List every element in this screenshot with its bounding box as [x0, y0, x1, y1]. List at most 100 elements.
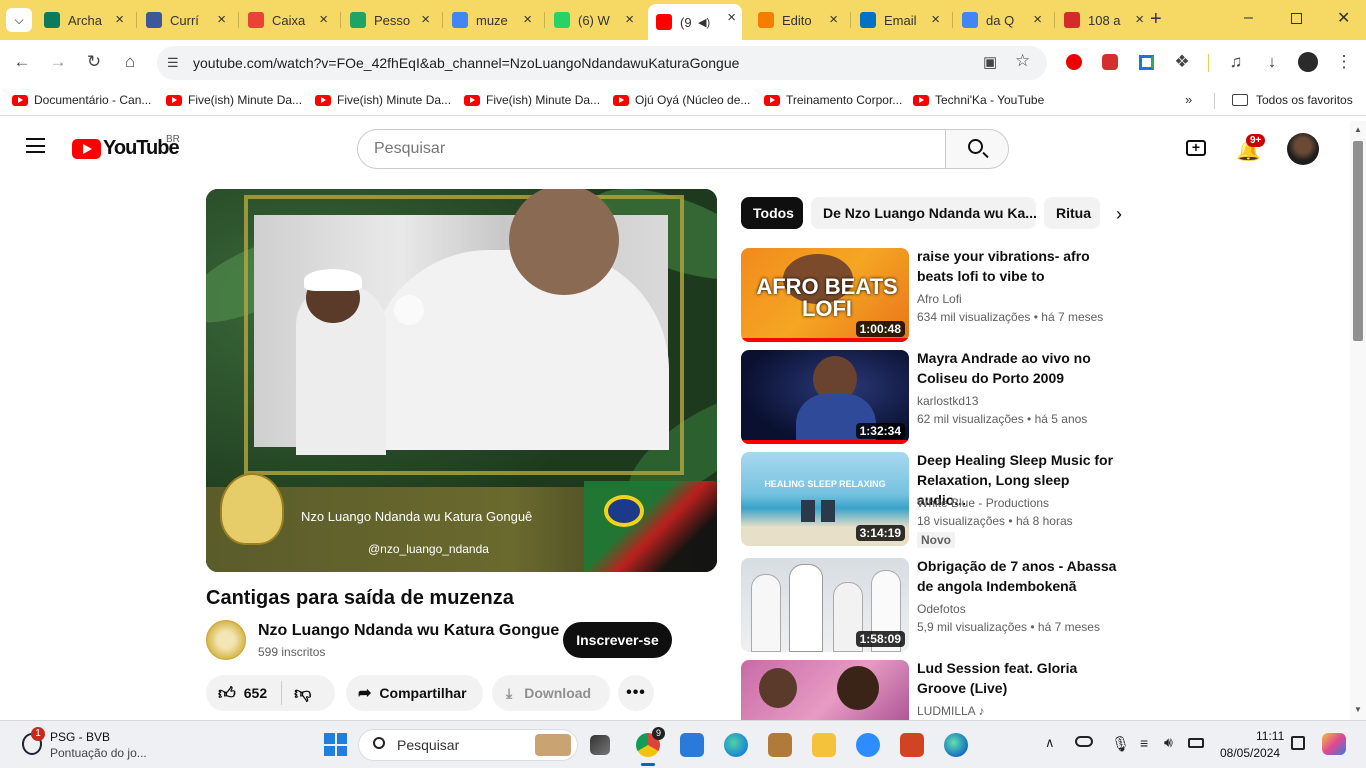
more-bookmarks-chevron-icon[interactable]: »: [1185, 92, 1192, 107]
channel-name[interactable]: Nzo Luango Ndanda wu Katura Gongue: [258, 622, 559, 640]
tab-search-button[interactable]: ⌵: [6, 8, 32, 32]
recommendation-item[interactable]: Lud Session feat. Gloria Groove (Live) L…: [741, 660, 1121, 720]
browser-tab[interactable]: 108 a ×: [1056, 6, 1150, 34]
new-tab-button[interactable]: +: [1150, 8, 1162, 31]
show-hidden-icons-chevron-icon[interactable]: ∧: [1045, 735, 1055, 751]
subscribe-button[interactable]: Inscrever-se: [563, 622, 672, 658]
download-button[interactable]: ⤓ Download: [492, 675, 610, 711]
bookmark-item[interactable]: Techni'Ka - YouTube: [913, 93, 1044, 107]
restore-button[interactable]: [1291, 13, 1302, 24]
chip-channel[interactable]: De Nzo Luango Ndanda wu Ka...: [811, 197, 1036, 229]
minimize-button[interactable]: –: [1244, 9, 1253, 27]
bookmark-item[interactable]: Five(ish) Minute Da...: [464, 93, 600, 107]
bookmark-item[interactable]: Five(ish) Minute Da...: [166, 93, 302, 107]
browser-tab[interactable]: Email ×: [852, 6, 946, 34]
weather-widget[interactable]: 1 PSG - BVB Pontuação do jo...: [18, 727, 218, 763]
browser-tab[interactable]: (6) W ×: [546, 6, 640, 34]
battery-icon[interactable]: [1188, 738, 1204, 748]
scrollbar-thumb[interactable]: [1353, 141, 1363, 341]
close-tab-icon[interactable]: ×: [1033, 11, 1042, 28]
like-button[interactable]: 👍︎ 652: [206, 683, 267, 704]
browser-tab[interactable]: muze ×: [444, 6, 538, 34]
browser-tab[interactable]: Archa ×: [36, 6, 130, 34]
video-thumbnail[interactable]: [741, 660, 909, 720]
close-tab-icon[interactable]: ×: [727, 9, 736, 26]
clock-date[interactable]: 08/05/2024: [1220, 746, 1280, 760]
close-tab-icon[interactable]: ×: [625, 11, 634, 28]
tab-audio-icon[interactable]: ◀): [698, 16, 710, 29]
notification-center-icon[interactable]: [1291, 736, 1305, 750]
close-tab-icon[interactable]: ×: [421, 11, 430, 28]
browser-tab[interactable]: (9 ◀) ×: [648, 4, 742, 40]
back-arrow-icon[interactable]: ←: [11, 51, 33, 73]
more-actions-button[interactable]: •••: [618, 675, 654, 711]
powerpoint-icon[interactable]: [900, 733, 924, 757]
volume-icon[interactable]: 🔊︎: [1164, 734, 1173, 751]
chips-next-chevron-icon[interactable]: ›: [1104, 200, 1134, 228]
search-input[interactable]: Pesquisar: [357, 129, 946, 169]
file-explorer-icon[interactable]: [812, 733, 836, 757]
wifi-icon[interactable]: ≡: [1140, 735, 1148, 751]
account-avatar[interactable]: [1287, 133, 1319, 165]
recommendation-item[interactable]: 1:58:09 Obrigação de 7 anos - Abassa de …: [741, 558, 1121, 652]
copilot-icon[interactable]: [1322, 733, 1346, 755]
video-thumbnail[interactable]: AFRO BEATS LOFI 1:00:48: [741, 248, 909, 342]
recommendation-item[interactable]: 1:32:34 Mayra Andrade ao vivo no Coliseu…: [741, 350, 1121, 444]
video-thumbnail[interactable]: 1:58:09: [741, 558, 909, 652]
browser-tab[interactable]: Caixa ×: [240, 6, 334, 34]
hamburger-menu-icon[interactable]: [26, 138, 45, 153]
bookmark-star-icon[interactable]: ☆: [1015, 51, 1030, 71]
channel-avatar[interactable]: [206, 620, 246, 660]
reload-icon[interactable]: ↻: [83, 51, 105, 73]
create-video-icon[interactable]: +: [1186, 140, 1206, 156]
close-window-button[interactable]: ✕: [1337, 8, 1350, 28]
opera-extension-icon[interactable]: [1063, 51, 1085, 73]
video-thumbnail[interactable]: HEALING SLEEP RELAXING 3:14:19: [741, 452, 909, 546]
zoom-icon[interactable]: [856, 733, 880, 757]
close-tab-icon[interactable]: ×: [829, 11, 838, 28]
dislike-button[interactable]: 👎︎: [282, 683, 311, 704]
chip-ritual[interactable]: Ritua: [1044, 197, 1100, 229]
all-bookmarks[interactable]: Todos os favoritos: [1232, 93, 1353, 107]
recommendation-item[interactable]: HEALING SLEEP RELAXING 3:14:19 Deep Heal…: [741, 452, 1121, 548]
bookmark-item[interactable]: Treinamento Corpor...: [764, 93, 902, 107]
browser-tab[interactable]: Currí ×: [138, 6, 232, 34]
bookmark-item[interactable]: Documentário - Can...: [12, 93, 151, 107]
install-app-icon[interactable]: ▣: [983, 53, 997, 71]
microphone-icon[interactable]: 🎙︎: [1111, 735, 1130, 753]
clock-time[interactable]: 11:11: [1256, 729, 1284, 743]
forward-arrow-icon[interactable]: →: [47, 51, 69, 73]
extensions-puzzle-icon[interactable]: ❖: [1171, 51, 1193, 73]
recommendation-item[interactable]: AFRO BEATS LOFI 1:00:48 raise your vibra…: [741, 248, 1121, 342]
browser-tab[interactable]: da Q ×: [954, 6, 1048, 34]
taskbar-search-box[interactable]: Pesquisar: [358, 729, 578, 761]
media-control-icon[interactable]: ♫: [1225, 51, 1247, 73]
profile-avatar-icon[interactable]: [1297, 51, 1319, 73]
close-tab-icon[interactable]: ×: [319, 11, 328, 28]
edge-dev-icon[interactable]: [944, 733, 968, 757]
app-icon[interactable]: [768, 733, 792, 757]
chip-all[interactable]: Todos: [741, 197, 803, 229]
download-icon[interactable]: ↓: [1261, 51, 1283, 73]
search-button[interactable]: [945, 129, 1009, 169]
edge-icon[interactable]: [724, 733, 748, 757]
site-info-icon[interactable]: ☰: [167, 55, 179, 71]
bookmark-item[interactable]: Five(ish) Minute Da...: [315, 93, 451, 107]
page-scrollbar[interactable]: ▲ ▼: [1350, 121, 1366, 720]
store-icon[interactable]: [680, 733, 704, 757]
close-tab-icon[interactable]: ×: [931, 11, 940, 28]
share-button[interactable]: ➦ Compartilhar: [346, 675, 483, 711]
scrollbar-down-arrow[interactable]: ▼: [1354, 705, 1362, 714]
video-player[interactable]: Nzo Luango Ndanda wu Katura Gonguê @nzo_…: [206, 189, 717, 572]
close-tab-icon[interactable]: ×: [115, 11, 124, 28]
close-tab-icon[interactable]: ×: [523, 11, 532, 28]
onedrive-cloud-icon[interactable]: [1075, 736, 1093, 747]
google-extension-icon[interactable]: [1135, 51, 1157, 73]
address-bar[interactable]: ☰ youtube.com/watch?v=FOe_42fhEqI&ab_cha…: [157, 46, 1047, 80]
windows-start-icon[interactable]: [324, 733, 347, 756]
task-view-icon[interactable]: [590, 735, 610, 755]
browser-tab[interactable]: Pesso ×: [342, 6, 436, 34]
home-icon[interactable]: ⌂: [119, 51, 141, 73]
close-tab-icon[interactable]: ×: [217, 11, 226, 28]
youtube-logo[interactable]: YouTube: [72, 137, 180, 160]
